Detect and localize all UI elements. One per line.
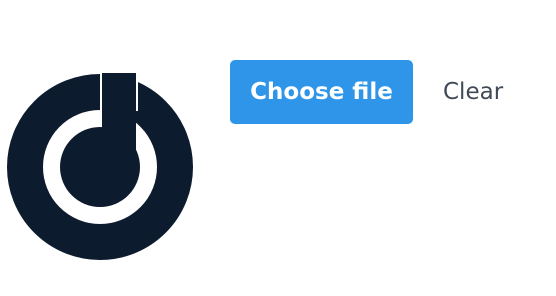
choose-file-button[interactable]: Choose file (230, 60, 413, 124)
clear-button[interactable]: Clear (443, 79, 503, 105)
file-preview (6, 73, 194, 261)
logo-d-icon (7, 73, 193, 260)
file-actions: Choose file Clear (230, 60, 503, 124)
